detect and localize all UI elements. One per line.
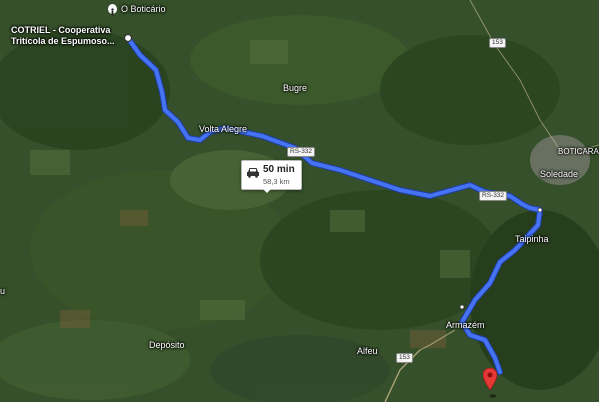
road-shield-rs332: RS-332 [287,147,316,157]
place-label-edge: u [0,286,6,296]
bubble-pointer [262,188,272,193]
place-label-alfeu[interactable]: Alfeu [357,346,378,356]
place-label-bugre[interactable]: Bugre [283,83,307,93]
route-duration: 50 min [263,164,295,175]
waypoint-marker[interactable] [459,304,465,310]
place-label-armazem[interactable]: Armazém [446,320,485,330]
origin-line2: Tritícola de Espumoso... [11,36,115,46]
waypoint-marker[interactable] [537,207,543,213]
place-label-taipinha[interactable]: Taipinha [515,234,549,244]
origin-line1: COTRIEL - Cooperativa [11,25,111,35]
car-icon [247,168,259,178]
route-info-bubble[interactable]: 50 min 58,3 km [241,160,302,190]
place-label-deposito[interactable]: Depósito [149,340,185,350]
destination-pin-icon[interactable] [483,368,497,392]
route-start-marker[interactable] [123,33,133,43]
route-layer [123,33,543,375]
origin-label[interactable]: COTRIEL - Cooperativa Tritícola de Espum… [11,25,115,47]
road-shield-br153: 153 [396,353,413,363]
road-shield-rs332: RS-332 [479,191,508,201]
person-marker-icon[interactable] [108,4,117,16]
route-distance: 58,3 km [263,177,290,186]
place-label-volta-alegre[interactable]: Volta Alegre [199,124,247,134]
road-shield-br153: 153 [489,38,506,48]
place-label-boticaria[interactable]: BOTICARAI [558,147,599,156]
place-label-soledade[interactable]: Soledade [540,169,578,179]
map-view[interactable]: O Boticário COTRIEL - Cooperativa Tritíc… [0,0,599,402]
poi-label[interactable]: O Boticário [121,4,166,14]
pin-shadow [489,394,497,398]
